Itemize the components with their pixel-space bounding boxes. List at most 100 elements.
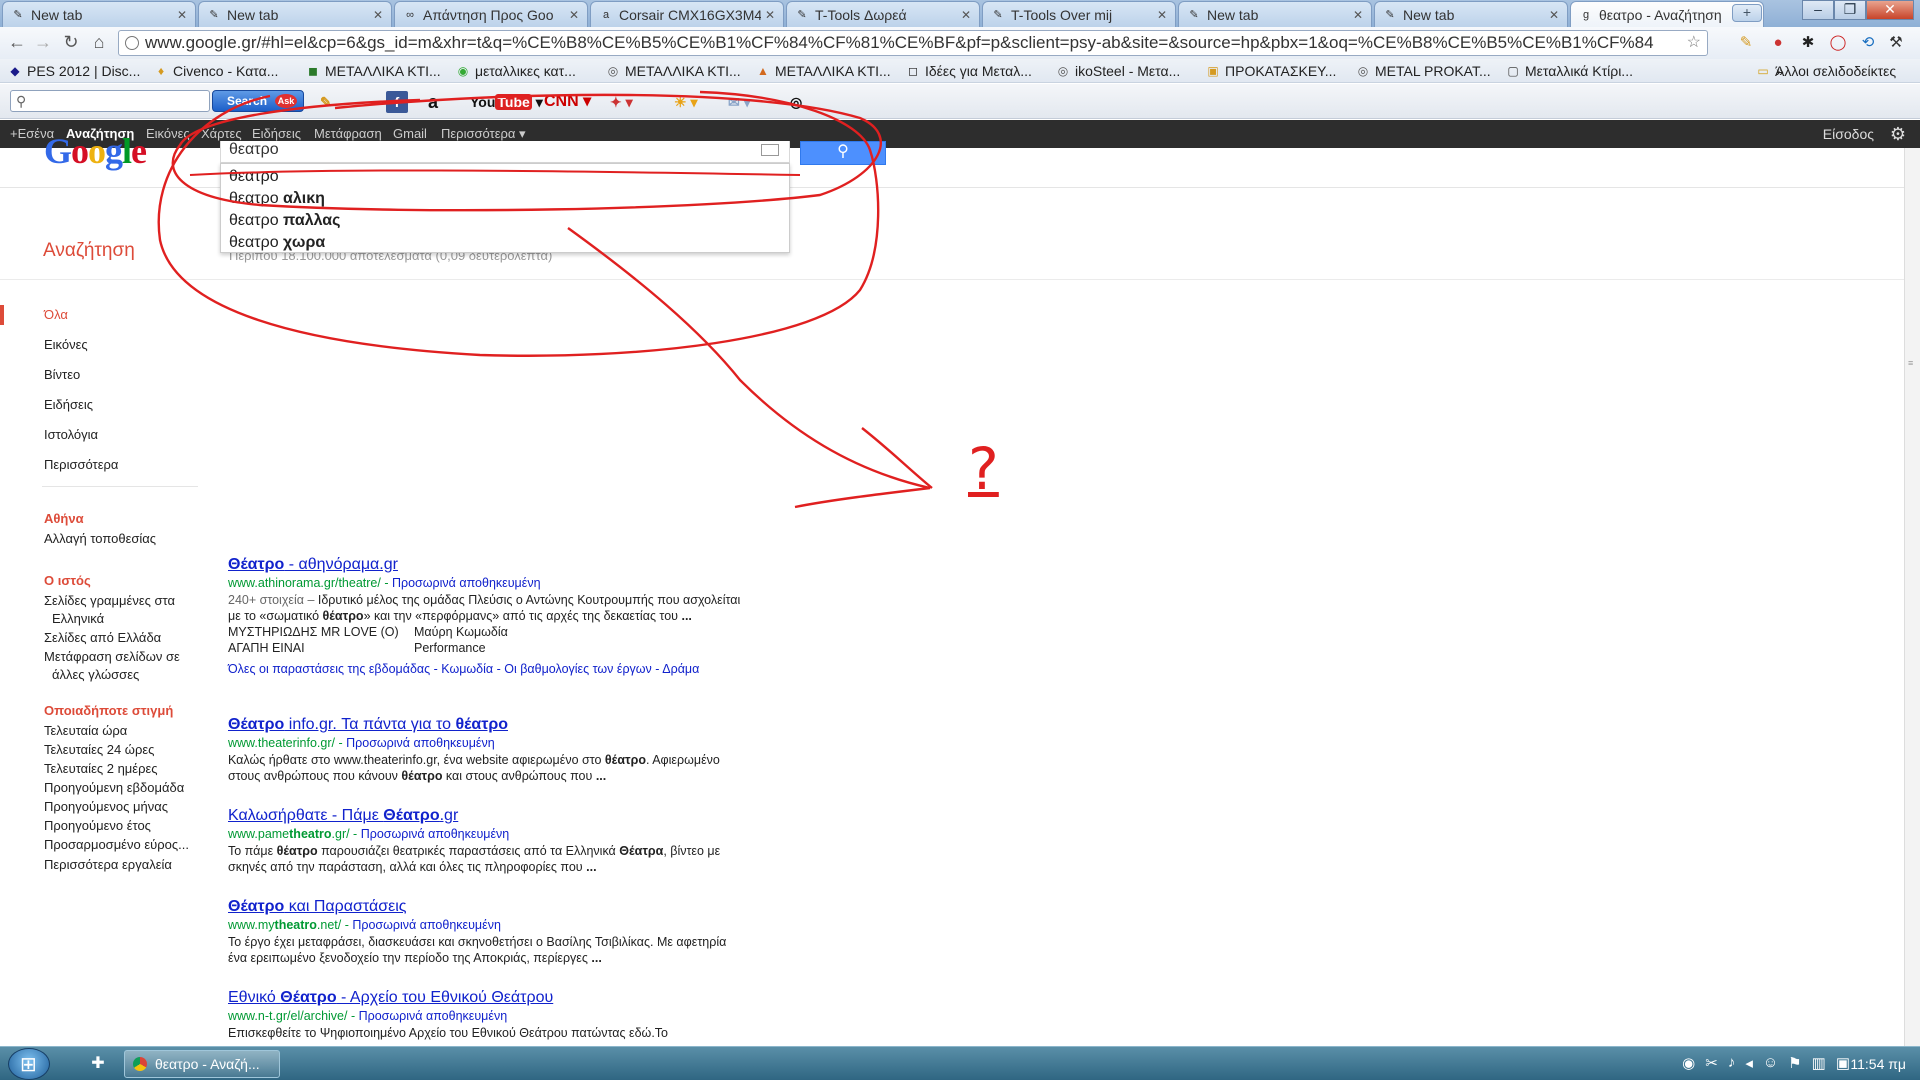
back-icon[interactable]: ← (6, 31, 28, 53)
gear-icon[interactable]: ⚙ (1890, 120, 1906, 148)
address-bar[interactable]: www.google.gr/#hl=el&cp=6&gs_id=m&xhr=t&… (118, 30, 1708, 56)
ask-search-input[interactable]: ⚲ (10, 90, 210, 112)
games-icon[interactable]: ✦ ▾ (610, 91, 633, 113)
network-icon[interactable]: ▥ (1812, 1054, 1826, 1072)
gbar-item-2[interactable]: Εικόνες (146, 120, 190, 148)
keyboard-icon[interactable] (761, 144, 779, 156)
time-filter-item[interactable]: Προηγούμενη εβδομάδα (44, 779, 194, 797)
nav-mode-4[interactable]: Ιστολόγια (0, 420, 210, 450)
tab-close-icon[interactable]: ✕ (961, 8, 971, 22)
google-logo[interactable]: Google (44, 130, 147, 172)
tab-close-icon[interactable]: ✕ (765, 8, 775, 22)
cached-link[interactable]: Προσωρινά αποθηκευμένη (392, 576, 541, 590)
forward-icon[interactable]: → (32, 31, 54, 53)
signin-link[interactable]: Είσοδος (1823, 120, 1874, 148)
tab-close-icon[interactable]: ✕ (1157, 8, 1167, 22)
web-filter-item[interactable]: Σελίδες γραμμένες στα Ελληνικά (44, 592, 194, 628)
suggestion-item[interactable]: θεατρο (221, 166, 789, 188)
result-title-link[interactable]: Θέατρο info.gr. Τα πάντα για το θέατρο (228, 715, 748, 735)
close-window-button[interactable]: ✕ (1866, 0, 1914, 20)
result-sitelinks[interactable]: Όλες οι παραστάσεις της εβδομάδας - Κωμω… (228, 661, 748, 677)
result-title-link[interactable]: Εθνικό Θέατρο - Αρχείο του Εθνικού Θεάτρ… (228, 988, 748, 1008)
web-filter-item[interactable]: Μετάφραση σελίδων σε άλλες γλώσσες (44, 648, 194, 684)
time-filter-item[interactable]: Προηγούμενος μήνας (44, 798, 194, 816)
more-tools-link[interactable]: Περισσότερα εργαλεία (44, 856, 194, 874)
other-bookmarks[interactable]: ▭ Άλλοι σελιδοδείκτες (1756, 62, 1896, 80)
web-filter-item[interactable]: Σελίδες από Ελλάδα (44, 629, 194, 647)
time-filter-item[interactable]: Τελευταίες 2 ημέρες (44, 760, 194, 778)
ask-search-button[interactable]: Search Ask (212, 90, 304, 112)
bookmark-star-icon[interactable]: ☆ (1687, 31, 1701, 55)
page-info-icon[interactable] (125, 36, 139, 50)
extension-icon[interactable]: ✎ (1736, 33, 1756, 53)
tab-6[interactable]: ✎ New tab ✕ (1178, 1, 1372, 27)
scroll-grip-icon[interactable]: ≡ (1908, 358, 1917, 370)
result-title-link[interactable]: Καλωσήρθατε - Πάμε Θέατρο.gr (228, 806, 748, 826)
volume-icon[interactable]: ♪ (1728, 1054, 1736, 1072)
tab-3[interactable]: a Corsair CMX16GX3M4 ✕ (590, 1, 784, 27)
cached-link[interactable]: Προσωρινά αποθηκευμένη (361, 827, 510, 841)
bookmark-8[interactable]: ▣ ΠΡΟΚΑΤΑΣΚΕΥ... (1206, 62, 1336, 80)
result-title-link[interactable]: Θέατρο και Παραστάσεις (228, 897, 748, 917)
maximize-button[interactable]: ❐ (1834, 0, 1866, 20)
action-center-icon[interactable]: ⚑ (1788, 1054, 1801, 1072)
opera-icon[interactable]: ◯ (1828, 33, 1848, 53)
puzzle-icon[interactable]: ✱ (1798, 33, 1818, 53)
facebook-icon[interactable]: f (386, 91, 408, 113)
speaker-icon[interactable]: ◂ (1745, 1054, 1753, 1072)
bookmark-9[interactable]: ◎ METAL PROKAT... (1356, 62, 1491, 80)
nav-mode-3[interactable]: Ειδήσεις (0, 390, 210, 420)
weather-icon[interactable]: ☀ ▾ (674, 91, 697, 113)
record-icon[interactable]: ● (1768, 33, 1788, 53)
tab-7[interactable]: ✎ New tab ✕ (1374, 1, 1568, 27)
bookmark-0[interactable]: ◆ PES 2012 | Disc... (8, 62, 140, 80)
tab-2[interactable]: ∞ Απάντηση Προς Goo ✕ (394, 1, 588, 27)
tab-4[interactable]: ✎ T-Tools Δωρεά ✕ (786, 1, 980, 27)
new-tab-button[interactable]: + (1732, 4, 1762, 22)
tab-1[interactable]: ✎ New tab ✕ (198, 1, 392, 27)
bookmark-3[interactable]: ◉ μεταλλικες κατ... (456, 62, 576, 80)
pinned-app-icon[interactable]: ✚ (78, 1051, 118, 1077)
tab-5[interactable]: ✎ T-Tools Over mij ✕ (982, 1, 1176, 27)
cached-link[interactable]: Προσωρινά αποθηκευμένη (346, 736, 495, 750)
time-filter-item[interactable]: Τελευταία ώρα (44, 722, 194, 740)
tray-tools-icon[interactable]: ✂ (1705, 1054, 1718, 1072)
notes-icon[interactable]: ✎ (320, 91, 332, 113)
result-title-link[interactable]: Θέατρο - αθηνόραμα.gr (228, 555, 748, 575)
tab-close-icon[interactable]: ✕ (177, 8, 187, 22)
nav-mode-5[interactable]: Περισσότερα (0, 450, 210, 480)
time-filter-item[interactable]: Προηγούμενο έτος (44, 817, 194, 835)
cnn-icon[interactable]: CNN ▾ (544, 91, 591, 113)
bookmark-1[interactable]: ♦ Civenco - Κατα... (154, 62, 278, 80)
radio-icon[interactable]: ◎ (790, 91, 802, 113)
tab-close-icon[interactable]: ✕ (1549, 8, 1559, 22)
wrench-icon[interactable]: ⚒ (1886, 33, 1906, 53)
time-filter-item[interactable]: Προσαρμοσμένο εύρος... (44, 836, 194, 854)
change-location-link[interactable]: Αλλαγή τοποθεσίας (44, 530, 194, 548)
suggestion-item[interactable]: θεατρο παλλας (221, 210, 789, 232)
search-input[interactable]: θεατρο (220, 141, 790, 163)
bookmark-4[interactable]: ◎ ΜΕΤΑΛΛΙΚΑ ΚΤΙ... (606, 62, 741, 80)
tab-close-icon[interactable]: ✕ (373, 8, 383, 22)
tray-app-icon[interactable]: ☺ (1763, 1054, 1778, 1072)
home-icon[interactable]: ⌂ (88, 31, 110, 53)
sync-icon[interactable]: ⟲ (1858, 33, 1878, 53)
bookmark-5[interactable]: ▲ ΜΕΤΑΛΛΙΚΑ ΚΤΙ... (756, 62, 891, 80)
search-button[interactable]: ⚲ (800, 141, 886, 165)
tab-close-icon[interactable]: ✕ (569, 8, 579, 22)
nav-mode-0[interactable]: Όλα (0, 300, 210, 330)
minimize-button[interactable]: – (1802, 0, 1834, 20)
taskbar-chrome-window[interactable]: θεατρο - Αναζή... (124, 1050, 280, 1078)
tab-close-icon[interactable]: ✕ (1353, 8, 1363, 22)
mail-icon[interactable]: ✉ ▾ (728, 91, 751, 113)
cached-link[interactable]: Προσωρινά αποθηκευμένη (352, 918, 501, 932)
reload-icon[interactable]: ↻ (60, 31, 82, 53)
time-filter-item[interactable]: Τελευταίες 24 ώρες (44, 741, 194, 759)
bookmark-10[interactable]: ▢ Μεταλλικά Κτίρι... (1506, 62, 1633, 80)
cached-link[interactable]: Προσωρινά αποθηκευμένη (359, 1009, 508, 1023)
bookmark-2[interactable]: ◼ ΜΕΤΑΛΛΙΚΑ ΚΤΙ... (306, 62, 441, 80)
nav-mode-1[interactable]: Εικόνες (0, 330, 210, 360)
suggestion-item[interactable]: θεατρο χωρα (221, 232, 789, 254)
nav-mode-2[interactable]: Βίντεο (0, 360, 210, 390)
page-scrollbar[interactable]: ≡ (1904, 148, 1920, 1046)
